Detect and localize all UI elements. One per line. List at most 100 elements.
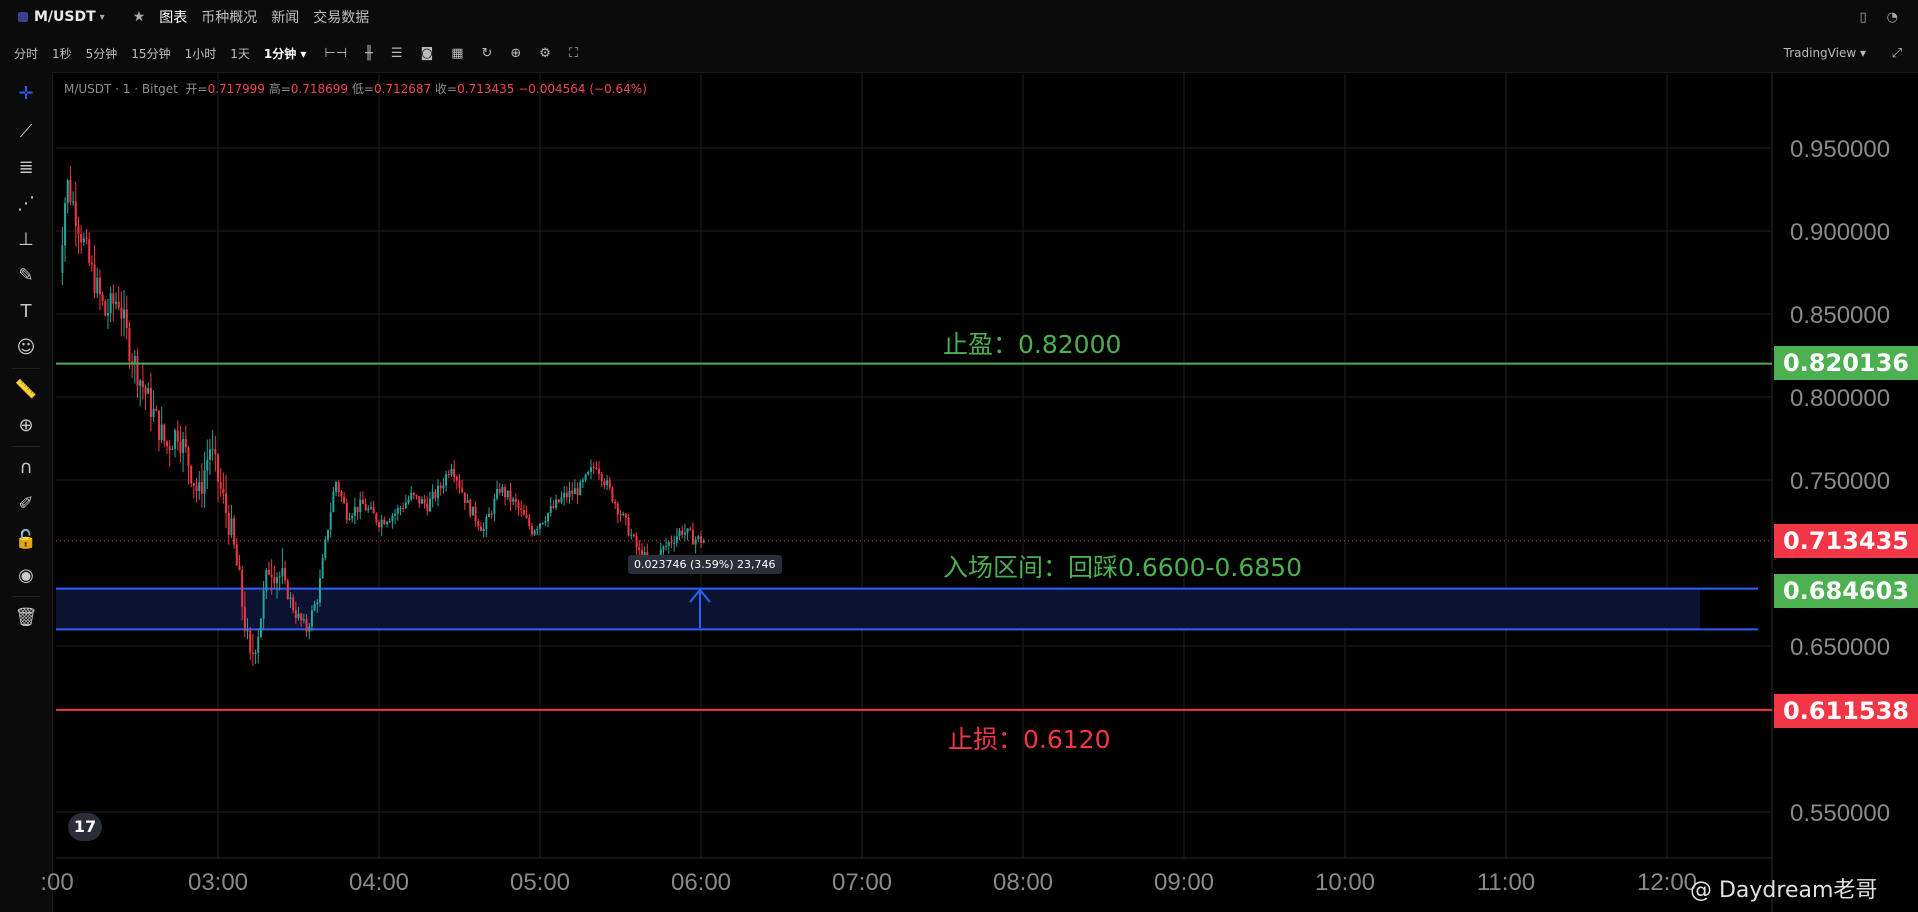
candle-body [611,487,614,502]
candle-body [101,294,104,302]
candle-body [528,517,531,527]
candle-body [412,492,415,495]
candle-body [168,446,171,451]
tradingview-logo[interactable]: 17 [68,813,102,841]
candle-body [195,485,198,492]
candle-body [565,492,568,498]
candle-body [141,380,144,388]
open-value: 0.717999 [207,82,265,96]
candle-body [179,441,182,453]
candle-body [241,569,244,607]
candle-body [555,499,558,508]
candle-body [276,577,279,584]
candle-body [292,597,295,611]
candle-body [568,490,571,498]
candle-body [174,430,177,449]
candle-body [592,467,595,469]
candle-body [394,513,397,516]
candle-body [402,508,405,510]
candle-body [273,576,276,584]
candle-body [616,503,619,515]
candle-body [69,180,72,203]
candle-body [184,438,187,448]
candle-body [702,541,705,543]
candle-body [522,509,525,515]
time-tick: :00 [40,869,73,896]
candle-body [200,482,203,494]
candle-body [182,438,185,453]
candle-body [155,408,158,411]
candle-body [525,514,528,518]
candle-body [418,495,421,504]
candle-body [88,239,91,263]
candle-body [364,503,367,511]
entry-zone [56,588,1700,630]
time-tick: 04:00 [349,869,409,896]
candle-body [557,499,560,503]
candle-body [638,547,641,551]
candle-body [335,482,338,492]
candle-body [407,499,410,503]
candle-body [378,522,380,528]
candle-body [93,264,96,294]
candle-body [321,558,324,579]
stop-loss-annotation: 止损：0.6120 [948,725,1111,754]
chart-area[interactable]: 0.950000 0.900000 0.850000 0.800000 0.750000… [0,0,1918,912]
candle-body [203,470,206,494]
candle-body [447,474,450,476]
candle-body [171,448,174,451]
candle-body [372,507,375,514]
candle-body [667,542,670,546]
candle-body [128,327,131,362]
price-tick: 0.750000 [1790,468,1890,495]
candle-body [214,449,217,455]
candle-body [251,652,254,655]
candle-body [270,574,273,577]
candle-body [152,408,155,418]
candle-body [332,491,335,512]
candle-body [225,493,228,513]
candle-body [112,293,115,304]
candle-body [133,355,136,364]
candle-body [61,245,64,273]
candle-body [233,518,236,545]
candle-body [294,610,297,619]
candle-body [675,536,678,543]
candle-body [238,565,241,570]
candle-body [187,447,190,467]
candle-body [308,626,311,632]
candle-body [259,618,262,637]
candle-body [600,473,603,482]
candle-body [404,502,407,509]
candle-body [383,519,386,525]
stop-loss-price-label: 0.611538 [1774,694,1918,728]
time-tick: 03:00 [188,869,248,896]
candle-body [423,499,426,504]
candle-body [563,492,566,498]
candle-body [498,488,501,493]
time-tick: 12:00 [1637,869,1697,896]
candle-body [673,542,676,544]
candle-body [474,506,477,521]
candle-body [115,301,118,304]
candle-body [584,474,587,481]
candle-body [482,528,485,532]
candle-body [530,526,533,535]
candle-body [477,520,480,527]
measure-tooltip: 0.023746 (3.59%) 23,746 [628,555,782,574]
candle-body [428,498,431,512]
candle-body [697,536,700,540]
time-tick: 11:00 [1477,869,1535,896]
change-value: −0.004564 (−0.64%) [518,82,647,96]
candle-body [300,613,303,621]
candle-body [420,499,423,504]
candle-body [678,530,681,537]
price-tick: 0.650000 [1790,634,1890,661]
candle-body [539,523,541,529]
candle-body [595,467,598,469]
candle-body [455,476,458,481]
candle-body [485,516,488,529]
candle-body [235,544,238,566]
candle-body [415,494,418,496]
candle-body [624,513,627,518]
